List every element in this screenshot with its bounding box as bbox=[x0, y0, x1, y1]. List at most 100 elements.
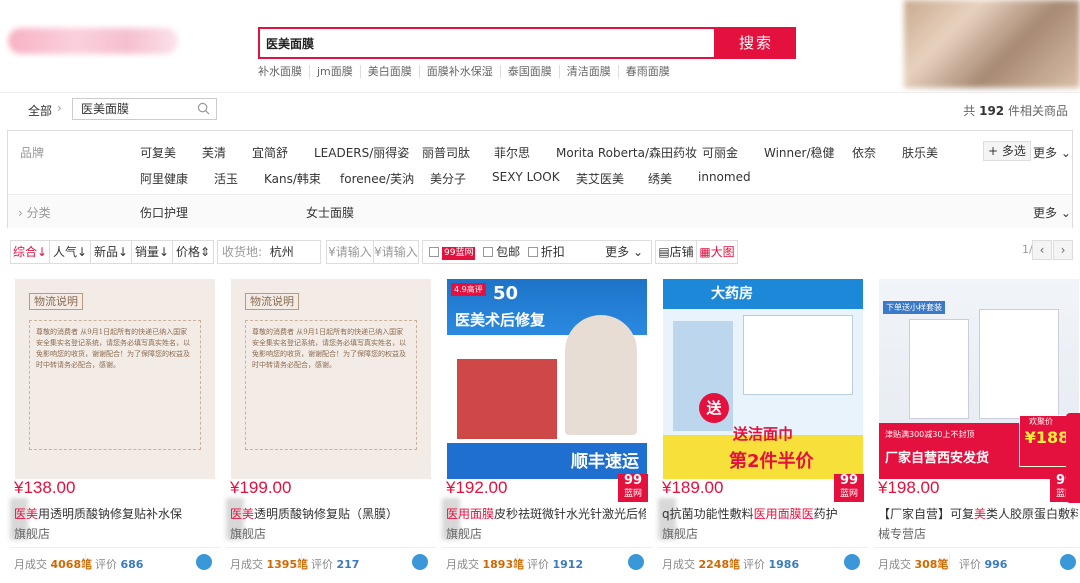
category-label[interactable]: › 分类 bbox=[18, 204, 51, 221]
chat-icon[interactable] bbox=[844, 554, 860, 570]
brand-option[interactable]: forenee/芙汭 bbox=[340, 170, 414, 187]
sort-comprehensive[interactable]: 综合↓ bbox=[10, 240, 50, 264]
product-stats: 月成交 1893笔 评价 1912 bbox=[442, 547, 652, 577]
product-card[interactable]: 物流说明 尊敬的消费者 从9月1日起所有的快递已纳入国家安全集实名登记系统，请您… bbox=[226, 272, 436, 583]
price-max-input[interactable]: ¥请输入 bbox=[373, 240, 419, 264]
product-price: ¥199.00 bbox=[230, 478, 292, 497]
filter-99-checkbox[interactable]: 99蓝网 bbox=[429, 245, 476, 260]
chat-icon[interactable] bbox=[412, 554, 428, 570]
site-logo[interactable] bbox=[8, 28, 178, 54]
product-price: ¥189.00 bbox=[662, 478, 724, 497]
brand-option[interactable]: SEXY LOOK bbox=[492, 170, 560, 184]
shop-name[interactable]: 旗舰店 bbox=[662, 525, 698, 542]
view-shop-toggle[interactable]: ▤店铺 bbox=[655, 240, 697, 264]
shop-name[interactable]: 旗舰店 bbox=[14, 525, 50, 542]
chat-icon[interactable] bbox=[196, 554, 212, 570]
breadcrumb: 全部 › 医美面膜 共 192 件相关商品 bbox=[0, 92, 1080, 126]
product-title[interactable]: 【厂家自营】可复美类人胶原蛋白敷料 bbox=[878, 505, 1078, 522]
product-card[interactable]: 大药房 送 送洁面巾 第2件半价 ¥189.00 99 蓝网 q抗菌功能性敷料医用… bbox=[658, 272, 868, 583]
brand-option[interactable]: 肤乐美 bbox=[902, 144, 938, 161]
brand-option[interactable]: 丽普司肽 bbox=[422, 144, 470, 161]
brand-option[interactable]: Morita Roberta/森田药妆 bbox=[556, 144, 697, 161]
hot-word[interactable]: 面膜补水保湿 bbox=[418, 65, 500, 78]
category-option[interactable]: 伤口护理 bbox=[140, 204, 188, 221]
sort-new[interactable]: 新品↓ bbox=[90, 240, 132, 264]
product-image[interactable]: 4.9高评 50 医美术后修复 顺丰速运 bbox=[447, 279, 647, 479]
hot-word[interactable]: 泰国面膜 bbox=[499, 65, 559, 78]
more-categories-button[interactable]: 更多 ⌄ bbox=[1033, 204, 1071, 221]
product-title[interactable]: 医用面膜皮秒祛斑微针水光针激光后修 bbox=[446, 505, 646, 522]
product-image[interactable]: 物流说明 尊敬的消费者 从9月1日起所有的快递已纳入国家安全集实名登记系统，请您… bbox=[15, 279, 215, 479]
price-min-input[interactable]: ¥请输入 bbox=[326, 240, 374, 264]
chat-icon[interactable] bbox=[628, 554, 644, 570]
shop-name[interactable]: 旗舰店 bbox=[230, 525, 266, 542]
category-filter-row: › 分类 伤口护理 女士面膜 更多 ⌄ bbox=[8, 195, 1072, 228]
sort-popularity[interactable]: 人气↓ bbox=[49, 240, 91, 264]
search-button[interactable]: 搜索 bbox=[716, 27, 796, 59]
brand-option[interactable]: 可复美 bbox=[140, 144, 176, 161]
discount-checkbox[interactable]: 折扣 bbox=[527, 245, 565, 259]
brand-option[interactable]: innomed bbox=[698, 170, 751, 184]
hot-word[interactable]: jm面膜 bbox=[309, 65, 360, 78]
product-price: ¥198.00 bbox=[878, 478, 940, 497]
view-grid-toggle[interactable]: ▦大图 bbox=[696, 240, 738, 264]
ship-from-select[interactable]: 收货地: 杭州 bbox=[217, 240, 321, 264]
product-price: ¥138.00 bbox=[14, 478, 76, 497]
breadcrumb-search-input[interactable]: 医美面膜 bbox=[72, 98, 217, 120]
brand-option[interactable]: Kans/韩束 bbox=[264, 170, 321, 187]
brand-option[interactable]: 活玉 bbox=[214, 170, 238, 187]
floating-side-tab[interactable] bbox=[1066, 413, 1080, 503]
sort-price[interactable]: 价格⇕ bbox=[172, 240, 214, 264]
brand-option[interactable]: 阿里健康 bbox=[140, 170, 188, 187]
product-title[interactable]: q抗菌功能性敷料医用面膜医药护 bbox=[662, 505, 862, 522]
sort-sales[interactable]: 销量↓ bbox=[131, 240, 173, 264]
chat-icon[interactable] bbox=[1060, 554, 1076, 570]
sort-bar: 综合↓ 人气↓ 新品↓ 销量↓ 价格⇕ 收货地: 杭州 ¥请输入 ¥请输入 99… bbox=[10, 240, 1075, 264]
filter-panel: 品牌 可复美 芙清 宜简舒 LEADERS/丽得姿 丽普司肽 菲尔思 Morit… bbox=[7, 130, 1073, 228]
hot-word[interactable]: 春雨面膜 bbox=[617, 65, 677, 78]
search-icon[interactable] bbox=[197, 102, 210, 115]
more-filters-button[interactable]: 更多 ⌄ bbox=[605, 241, 643, 263]
product-title[interactable]: 医美用透明质酸钠修复贴补水保 bbox=[14, 505, 214, 522]
prev-page-button[interactable]: ‹ bbox=[1032, 240, 1052, 260]
brand-option[interactable]: 美分子 bbox=[430, 170, 466, 187]
more-brands-button[interactable]: 更多 ⌄ bbox=[1033, 144, 1071, 161]
brand-option[interactable]: Winner/稳健 bbox=[764, 144, 835, 161]
brand-filter-row: 品牌 可复美 芙清 宜简舒 LEADERS/丽得姿 丽普司肽 菲尔思 Morit… bbox=[8, 131, 1072, 195]
product-price: ¥192.00 bbox=[446, 478, 508, 497]
brand-option[interactable]: 可丽金 bbox=[702, 144, 738, 161]
brand-option[interactable]: 宜简舒 bbox=[252, 144, 288, 161]
product-title[interactable]: 医美透明质酸钠修复贴（黑膜） bbox=[230, 505, 430, 522]
product-stats: 月成交 1395笔 评价 217 bbox=[226, 547, 436, 577]
header-banner-ad[interactable] bbox=[904, 0, 1080, 88]
hot-word[interactable]: 清洁面膜 bbox=[558, 65, 618, 78]
chevron-right-icon: › bbox=[57, 101, 62, 115]
shop-name[interactable]: 械专营店 bbox=[878, 525, 926, 542]
product-stats: 月成交 308笔 评价 996 bbox=[874, 547, 1080, 577]
category-option[interactable]: 女士面膜 bbox=[306, 204, 354, 221]
brand-option[interactable]: 绣美 bbox=[648, 170, 672, 187]
product-card[interactable]: 下单送小样套装 津贴满300减30上不封顶 厂家自营西安发货 ¥188 欢聚价 … bbox=[874, 272, 1080, 583]
breadcrumb-query: 医美面膜 bbox=[81, 102, 130, 116]
brand-option[interactable]: 菲尔思 bbox=[494, 144, 530, 161]
hot-search-words: 补水面膜 jm面膜 美白面膜 面膜补水保湿 泰国面膜 清洁面膜 春雨面膜 bbox=[258, 65, 677, 78]
brand-option[interactable]: 芙清 bbox=[202, 144, 226, 161]
brand-option[interactable]: 依奈 bbox=[852, 144, 876, 161]
brand-option[interactable]: 芙艾医美 bbox=[576, 170, 624, 187]
free-shipping-checkbox[interactable]: 包邮 bbox=[483, 245, 520, 259]
next-page-button[interactable]: › bbox=[1053, 240, 1073, 260]
multi-select-button[interactable]: + 多选 bbox=[983, 141, 1031, 161]
search-input[interactable]: 医美面膜 bbox=[258, 27, 716, 59]
hot-word[interactable]: 美白面膜 bbox=[359, 65, 419, 78]
product-image[interactable]: 物流说明 尊敬的消费者 从9月1日起所有的快递已纳入国家安全集实名登记系统，请您… bbox=[231, 279, 431, 479]
header: 医美面膜 搜索 补水面膜 jm面膜 美白面膜 面膜补水保湿 泰国面膜 清洁面膜 … bbox=[0, 0, 1080, 92]
breadcrumb-all[interactable]: 全部 bbox=[28, 102, 52, 119]
product-image[interactable]: 大药房 送 送洁面巾 第2件半价 bbox=[663, 279, 863, 479]
product-card[interactable]: 4.9高评 50 医美术后修复 顺丰速运 ¥192.00 99 蓝网 医用面膜皮秒… bbox=[442, 272, 652, 583]
filter-checkbox-group: 99蓝网 包邮 折扣 更多 ⌄ bbox=[422, 240, 652, 264]
product-card[interactable]: 物流说明 尊敬的消费者 从9月1日起所有的快递已纳入国家安全集实名登记系统，请您… bbox=[10, 272, 220, 583]
brand-option[interactable]: LEADERS/丽得姿 bbox=[314, 144, 409, 161]
hot-word[interactable]: 补水面膜 bbox=[258, 65, 309, 78]
shop-name[interactable]: 旗舰店 bbox=[446, 525, 482, 542]
product-image[interactable]: 下单送小样套装 津贴满300减30上不封顶 厂家自营西安发货 ¥188 欢聚价 bbox=[879, 279, 1079, 479]
